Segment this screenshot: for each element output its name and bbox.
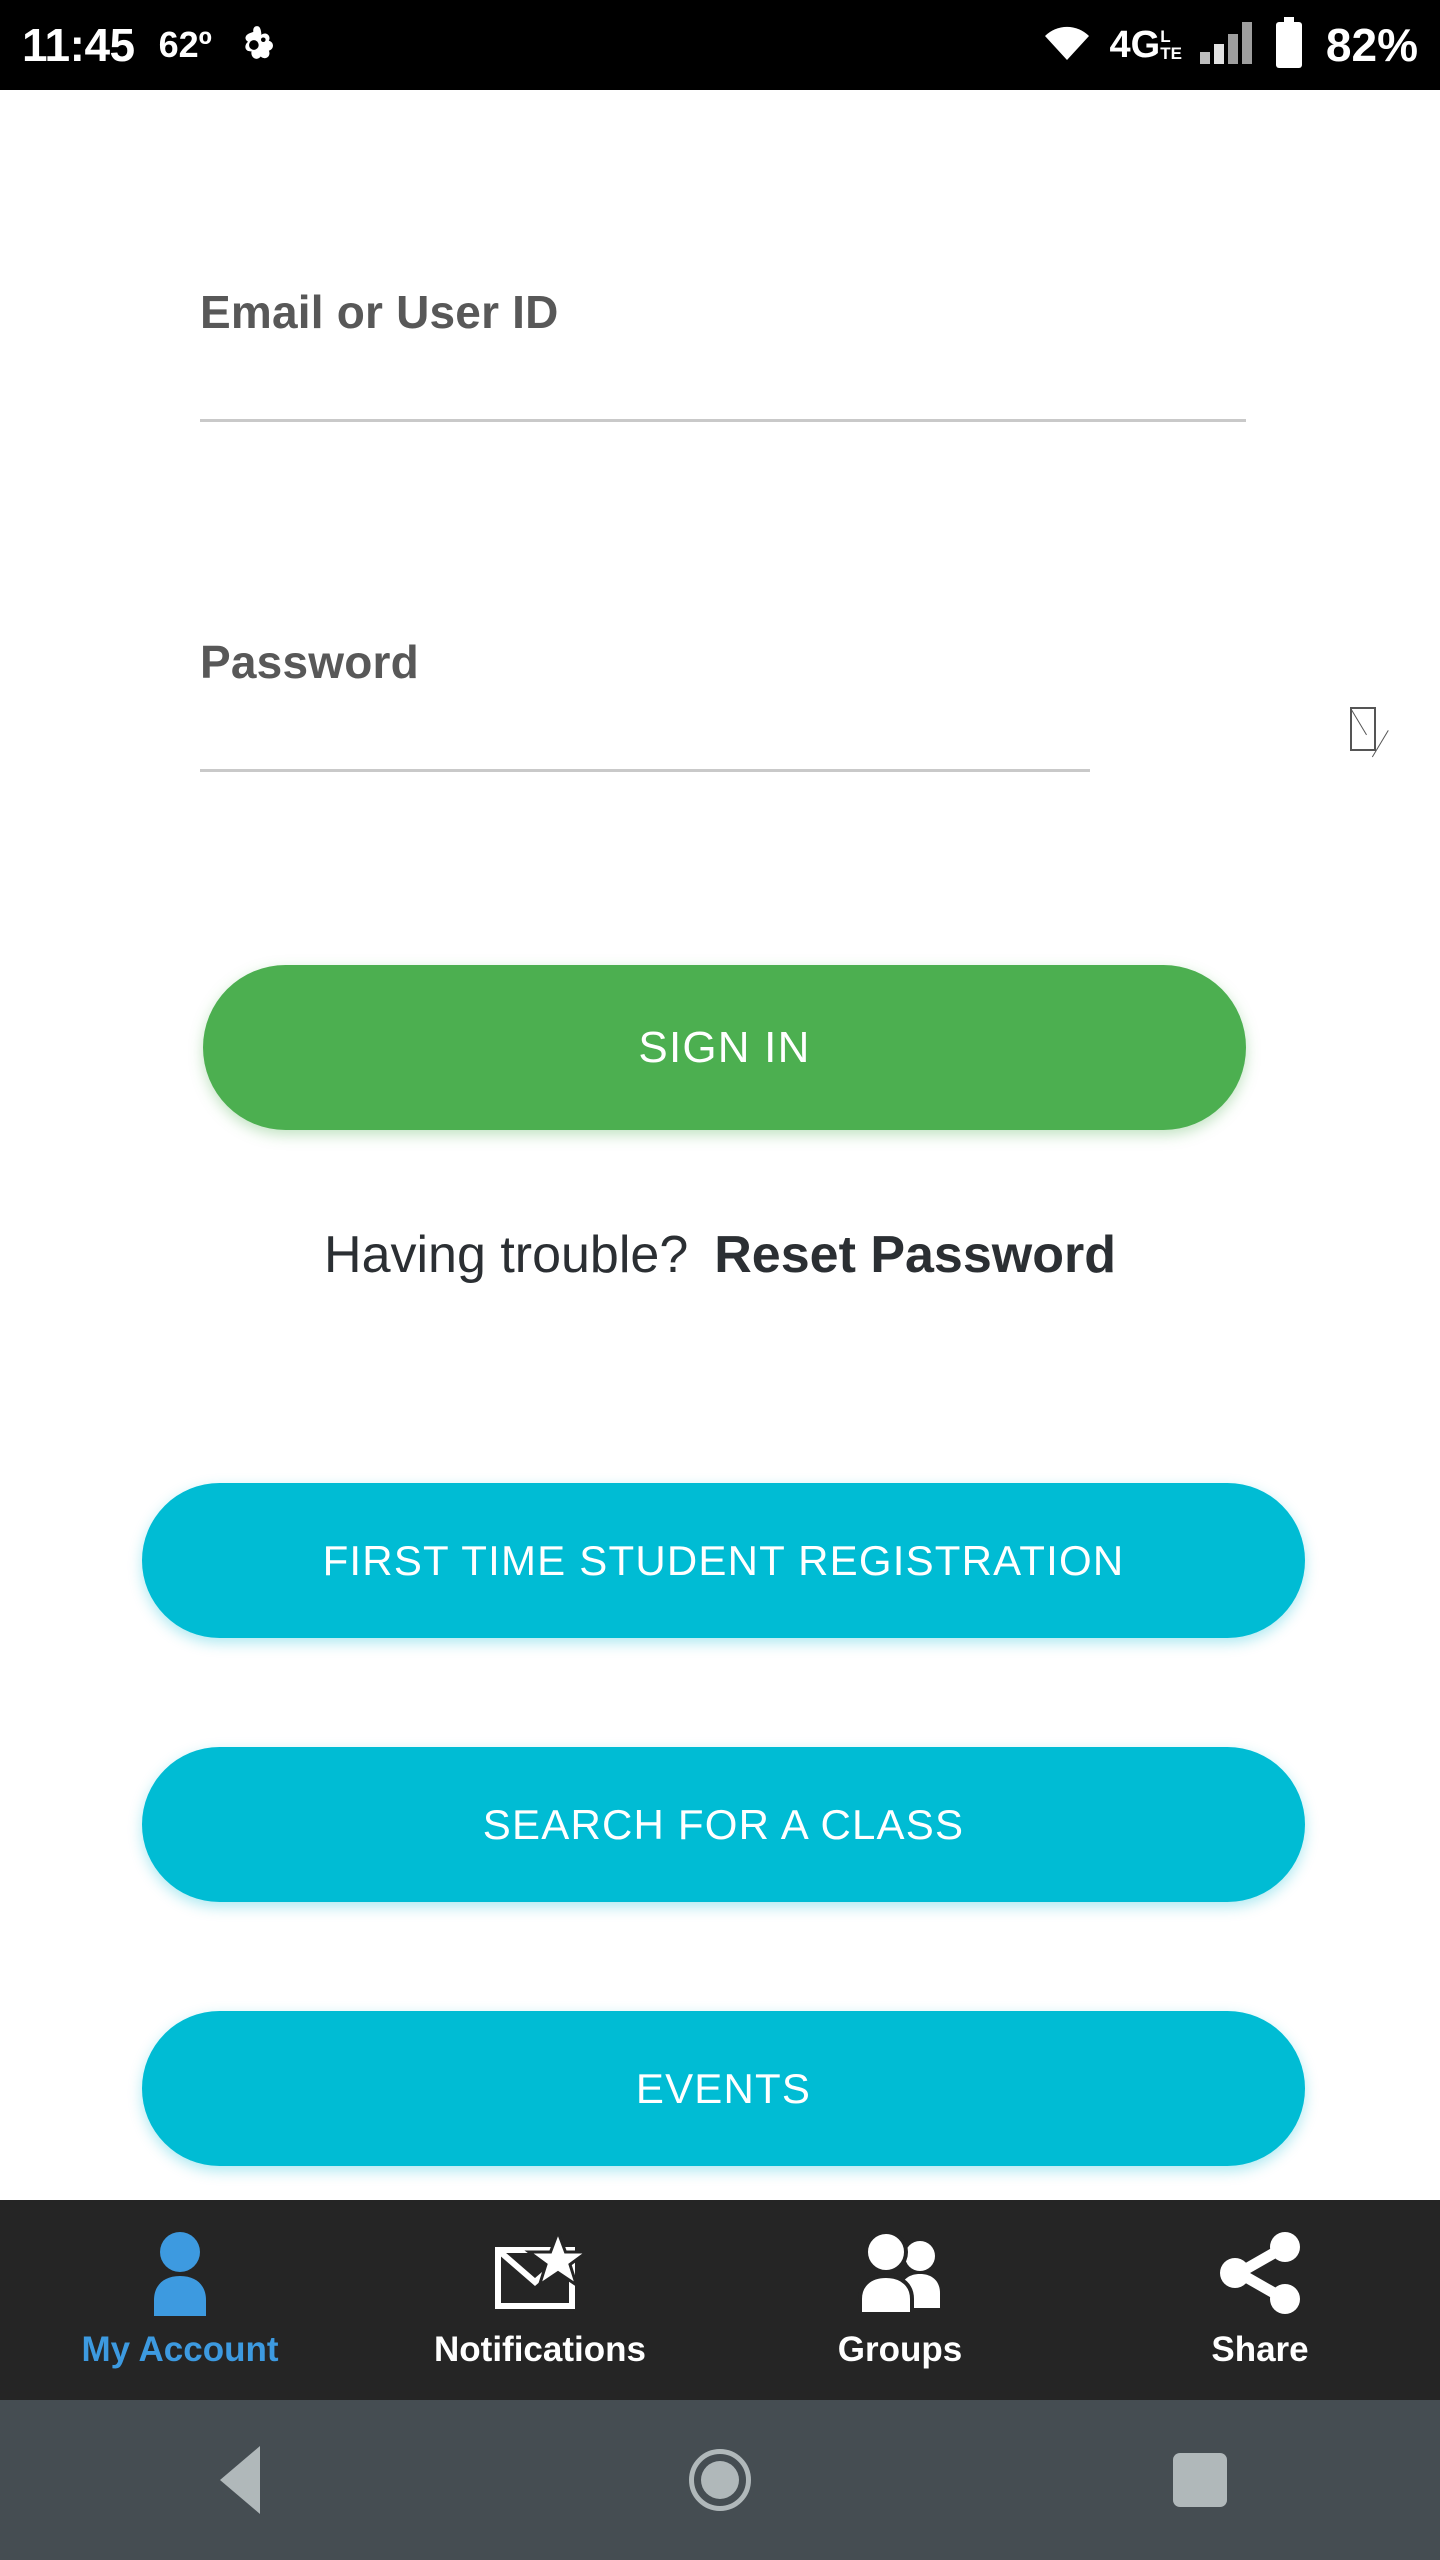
show-password-icon[interactable] xyxy=(1350,707,1376,751)
events-button[interactable]: EVENTS xyxy=(142,2011,1305,2166)
password-label: Password xyxy=(200,636,419,688)
having-trouble-text: Having trouble? xyxy=(324,1226,689,1284)
wifi-icon xyxy=(1041,22,1093,69)
people-group-icon xyxy=(850,2230,950,2316)
first-time-student-registration-button[interactable]: FIRST TIME STUDENT REGISTRATION xyxy=(142,1483,1305,1638)
login-form: Email or User ID Password SIGN IN Having… xyxy=(0,90,1440,2200)
tab-my-account[interactable]: My Account xyxy=(0,2200,360,2400)
app-screen: 11:45 62º 4G L TE 82% Email or User ID P… xyxy=(0,0,1440,2560)
email-input[interactable] xyxy=(200,339,1246,419)
email-field-group: Email or User ID xyxy=(200,285,1246,422)
status-bar-right: 4G L TE 82% xyxy=(1041,16,1418,74)
android-navigation-bar xyxy=(0,2400,1440,2560)
status-bar: 11:45 62º 4G L TE 82% xyxy=(0,0,1440,90)
home-circle-icon[interactable] xyxy=(620,2430,820,2530)
password-input[interactable] xyxy=(200,689,1246,769)
password-underline xyxy=(200,769,1090,772)
search-for-a-class-button[interactable]: SEARCH FOR A CLASS xyxy=(142,1747,1305,1902)
battery-percent: 82% xyxy=(1325,19,1418,71)
status-time: 11:45 xyxy=(22,19,135,71)
tab-label-my-account: My Account xyxy=(81,2330,279,2369)
tab-label-share: Share xyxy=(1211,2330,1309,2369)
status-bar-left: 11:45 62º xyxy=(22,18,278,72)
email-label: Email or User ID xyxy=(200,286,559,338)
tab-label-groups: Groups xyxy=(837,2330,963,2369)
password-field-group: Password xyxy=(200,635,1376,772)
person-icon xyxy=(140,2230,220,2316)
tab-share[interactable]: Share xyxy=(1080,2200,1440,2400)
bottom-tab-bar: My Account Notifications Groups Share xyxy=(0,2200,1440,2400)
help-row: Having trouble? Reset Password xyxy=(0,1225,1440,1285)
share-nodes-icon xyxy=(1215,2230,1305,2316)
weather-icon xyxy=(236,24,278,66)
network-label: 4G xyxy=(1109,24,1161,66)
battery-icon xyxy=(1274,16,1304,74)
network-type-icon: 4G L TE xyxy=(1109,26,1181,64)
password-input-row xyxy=(200,689,1376,769)
status-temperature: 62º xyxy=(158,24,212,65)
envelope-star-icon xyxy=(492,2230,588,2316)
email-underline xyxy=(200,419,1246,422)
cellular-signal-icon xyxy=(1198,20,1258,71)
sign-in-button[interactable]: SIGN IN xyxy=(203,965,1246,1130)
recents-square-icon[interactable] xyxy=(1100,2430,1300,2530)
tab-groups[interactable]: Groups xyxy=(720,2200,1080,2400)
tab-notifications[interactable]: Notifications xyxy=(360,2200,720,2400)
tab-label-notifications: Notifications xyxy=(434,2330,646,2369)
network-sublabel: L TE xyxy=(1160,27,1182,63)
reset-password-link[interactable]: Reset Password xyxy=(714,1225,1116,1285)
back-triangle-icon[interactable] xyxy=(140,2430,340,2530)
